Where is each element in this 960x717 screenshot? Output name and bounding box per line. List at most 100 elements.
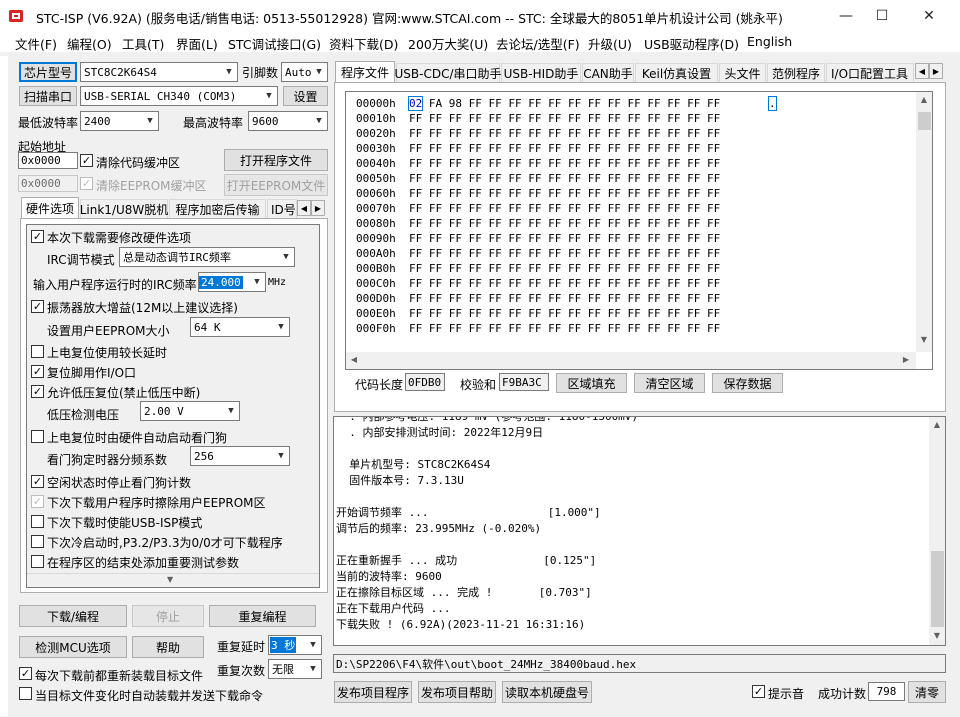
repeat-delay-select[interactable]: 3 秒 ▼ (268, 635, 322, 655)
chevron-down-icon: ▼ (254, 277, 260, 287)
tab-can-assistant[interactable]: CAN助手 (582, 63, 634, 83)
port-select[interactable]: USB-SERIAL CH340 (COM3) ▼ (80, 86, 278, 106)
menu-tools[interactable]: 工具(T) (122, 34, 164, 53)
publish-help-button[interactable]: 发布项目帮助 (418, 681, 496, 703)
scroll-right-icon[interactable]: ▶ (898, 352, 914, 368)
tab-id-number[interactable]: ID号 (267, 199, 297, 219)
irc-mode-select[interactable]: 总是动态调节IRC频率 ▼ (119, 247, 295, 267)
low-volt-reset-checkbox[interactable]: ✓ (31, 385, 44, 398)
tab-header-files[interactable]: 头文件 (719, 63, 766, 83)
scroll-thumb[interactable] (931, 551, 944, 627)
low-volt-reset-label: 允许低压复位(禁止低压中断) (47, 386, 201, 400)
chip-type-button[interactable]: 芯片型号 (19, 62, 77, 82)
fill-area-button[interactable]: 区域填充 (556, 373, 627, 393)
scroll-up-icon[interactable]: ▲ (916, 92, 932, 108)
min-baud-label: 最低波特率 (18, 116, 79, 130)
menu-debug[interactable]: STC调试接口(G) (228, 34, 321, 53)
tab-hardware-options[interactable]: 硬件选项 (21, 197, 79, 219)
hex-vertical-scrollbar[interactable]: ▲ ▼ (916, 92, 932, 352)
publish-program-button[interactable]: 发布项目程序 (334, 681, 412, 703)
close-button[interactable]: ✕ (906, 0, 952, 32)
long-delay-checkbox[interactable] (31, 345, 44, 358)
log-output[interactable]: . 内部参考电压: 1189 mV (参考范围: 1180-1300mV) . … (333, 416, 946, 646)
tab-link1-offline[interactable]: Link1/U8W脱机 (80, 199, 168, 219)
tab-scroll-right-icon[interactable]: ▶ (929, 63, 943, 79)
log-line: 固件版本号: 7.3.13U (336, 474, 464, 487)
cold-boot-checkbox[interactable] (31, 535, 44, 548)
reload-before-checkbox[interactable]: ✓ (19, 667, 32, 680)
clear-code-checkbox[interactable]: ✓ (80, 154, 93, 167)
hex-bytes: FA 98 FF FF FF FF FF FF FF FF FF FF FF F… (422, 97, 721, 110)
tab-keil-settings[interactable]: Keil仿真设置 (635, 63, 718, 83)
help-button[interactable]: 帮助 (132, 636, 204, 658)
irc-freq-select[interactable]: 24.000 ▼ (198, 272, 266, 292)
scroll-left-icon[interactable]: ◀ (346, 352, 362, 368)
menu-downloads[interactable]: 资料下载(D) (329, 34, 398, 53)
scan-port-button[interactable]: 扫描串口 (19, 86, 77, 106)
chip-type-select[interactable]: STC8C2K64S4 ▼ (80, 62, 238, 82)
pin-count-select[interactable]: Auto ▼ (281, 62, 328, 82)
scroll-down-icon[interactable]: ▼ (167, 575, 173, 584)
add-params-checkbox[interactable] (31, 555, 44, 568)
hex-cursor-byte[interactable]: 02 (407, 96, 424, 111)
checksum-value: F9BA3C (499, 373, 549, 391)
reprogram-button[interactable]: 重复编程 (209, 605, 316, 627)
hex-horizontal-scrollbar[interactable]: ◀ ▶ (346, 352, 916, 369)
wdt-div-label: 看门狗定时器分频系数 (47, 453, 168, 467)
open-program-button[interactable]: 打开程序文件 (224, 149, 328, 171)
tab-scroll-left-icon[interactable]: ◀ (297, 200, 311, 216)
tab-encrypted-transfer[interactable]: 程序加密后传输 (169, 199, 266, 219)
options-scrollbar[interactable]: ▼ (27, 573, 319, 587)
code-address-input[interactable]: 0x0000 (18, 152, 78, 169)
menu-interface[interactable]: 界面(L) (176, 34, 218, 53)
idle-stop-wdt-checkbox[interactable]: ✓ (31, 475, 44, 488)
idle-stop-wdt-label: 空闲状态时停止看门狗计数 (47, 476, 192, 490)
read-disk-id-button[interactable]: 读取本机硬盘号 (502, 681, 592, 703)
tab-hid-assistant[interactable]: USB-HID助手 (501, 63, 581, 83)
reset-pin-io-checkbox[interactable]: ✓ (31, 365, 44, 378)
tab-examples[interactable]: 范例程序 (767, 63, 825, 83)
menu-english[interactable]: English (747, 34, 792, 49)
repeat-count-select[interactable]: 无限 ▼ (268, 659, 322, 679)
modify-hw-checkbox[interactable]: ✓ (31, 230, 44, 243)
scroll-down-icon[interactable]: ▼ (916, 332, 932, 348)
tab-io-config[interactable]: I/O口配置工具 (826, 63, 914, 83)
menu-forum[interactable]: 去论坛/选型(F) (496, 34, 580, 53)
eeprom-size-select[interactable]: 64 K ▼ (190, 317, 290, 337)
tab-serial-assistant[interactable]: USB-CDC/串口助手 (395, 63, 502, 83)
max-baud-select[interactable]: 9600 ▼ (248, 111, 328, 131)
menu-upgrade[interactable]: 升级(U) (588, 34, 632, 53)
tab-scroll-right-icon[interactable]: ▶ (311, 200, 325, 216)
save-data-button[interactable]: 保存数据 (712, 373, 783, 393)
scroll-down-icon[interactable]: ▼ (929, 628, 945, 644)
chevron-down-icon: ▼ (228, 406, 234, 416)
maximize-button[interactable]: ☐ (859, 0, 905, 32)
hex-row: 000B0h FF FF FF FF FF FF FF FF FF FF FF … (356, 262, 721, 275)
osc-gain-checkbox[interactable]: ✓ (31, 300, 44, 313)
menu-prize[interactable]: 200万大奖(U) (408, 34, 488, 53)
menu-file[interactable]: 文件(F) (15, 34, 57, 53)
hex-row: 00000h 02 FA 98 FF FF FF FF FF FF FF FF … (356, 96, 777, 112)
hex-view[interactable]: 00000h 02 FA 98 FF FF FF FF FF FF FF FF … (345, 91, 933, 370)
scroll-thumb[interactable] (918, 112, 931, 130)
usb-isp-checkbox[interactable] (31, 515, 44, 528)
auto-on-change-checkbox[interactable] (19, 687, 32, 700)
wdt-auto-checkbox[interactable] (31, 430, 44, 443)
settings-button[interactable]: 设置 (283, 86, 328, 106)
tab-program-file[interactable]: 程序文件 (335, 61, 395, 83)
check-mcu-button[interactable]: 检测MCU选项 (19, 636, 127, 658)
min-baud-select[interactable]: 2400 ▼ (80, 111, 159, 131)
menu-bar: 文件(F) 编程(O) 工具(T) 界面(L) STC调试接口(G) 资料下载(… (0, 32, 960, 52)
download-button[interactable]: 下载/编程 (19, 605, 127, 627)
tab-scroll-left-icon[interactable]: ◀ (915, 63, 929, 79)
low-volt-select[interactable]: 2.00 V ▼ (140, 401, 240, 421)
prompt-sound-checkbox[interactable]: ✓ (752, 685, 765, 698)
clear-area-button[interactable]: 清空区域 (634, 373, 705, 393)
menu-usb-driver[interactable]: USB驱动程序(D) (644, 34, 739, 53)
scroll-up-icon[interactable]: ▲ (929, 417, 945, 433)
clear-count-button[interactable]: 清零 (908, 681, 946, 703)
log-vertical-scrollbar[interactable]: ▲ ▼ (929, 417, 945, 645)
chevron-down-icon: ▼ (278, 322, 284, 332)
wdt-div-select[interactable]: 256 ▼ (190, 446, 290, 466)
menu-program[interactable]: 编程(O) (67, 34, 112, 53)
